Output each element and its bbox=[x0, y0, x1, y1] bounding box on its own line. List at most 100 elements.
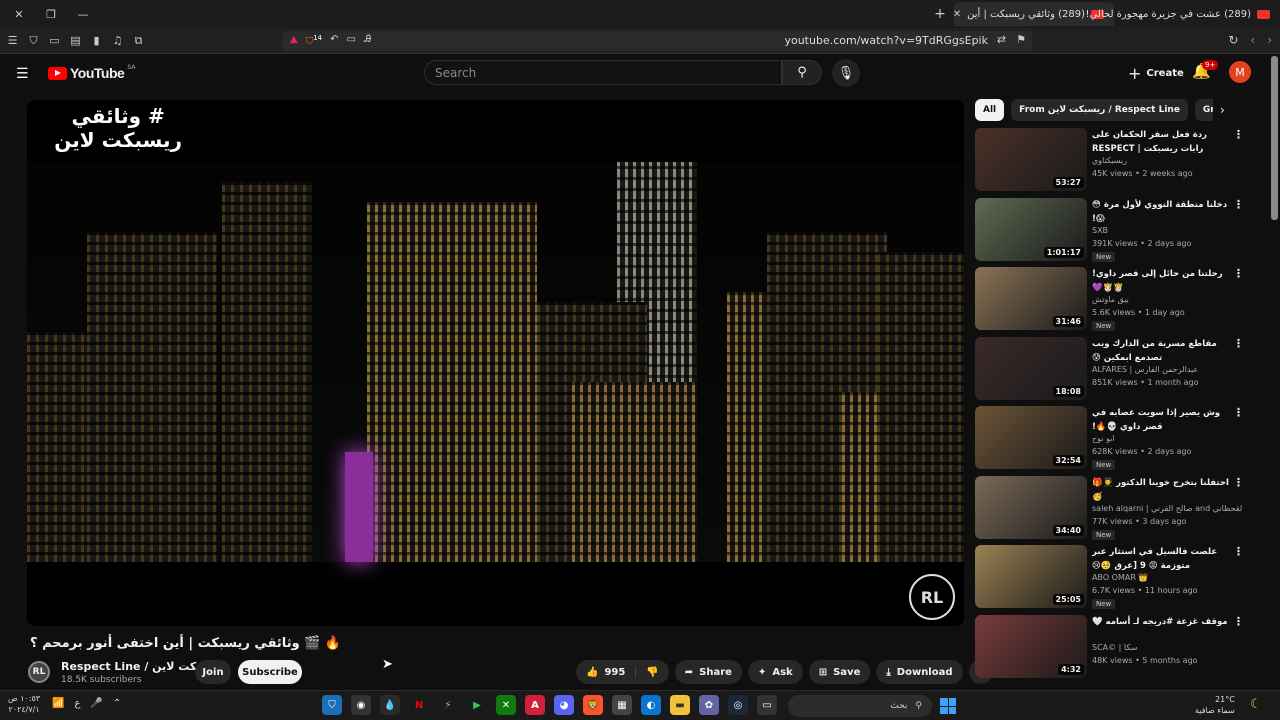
recommendation-item[interactable]: 34:40 احتفلنا بتخرج خوينا الدكتور 👨‍🎓🎁🥳 sa… bbox=[975, 475, 1265, 540]
recommendation-title[interactable]: وش يصير إذا سويت عصابه في قصر داوي 💀🔥! bbox=[1092, 406, 1232, 434]
defender-icon[interactable]: ⛉ bbox=[322, 695, 342, 715]
shield-icon[interactable]: ⛉ bbox=[27, 34, 40, 48]
video-thumbnail[interactable]: 4:32 bbox=[975, 614, 1087, 678]
recommendation-item[interactable]: 53:27 ردة فعل سفر الحكمان على رابات ريسبك… bbox=[975, 128, 1265, 192]
recommendation-item[interactable]: 1:01:17 دخلنا منطقة النووي لأول مرة 😳😱! SX… bbox=[975, 197, 1265, 262]
chip-grand-theft[interactable]: Grand Theft bbox=[1194, 99, 1213, 121]
discord-icon[interactable]: ◕ bbox=[554, 695, 574, 715]
more-vertical-icon[interactable]: ⋮ bbox=[1233, 545, 1244, 558]
language-icon[interactable]: ع bbox=[74, 698, 80, 709]
microphone-icon[interactable]: 🎤 bbox=[90, 698, 102, 709]
wifi-icon[interactable]: 📶 bbox=[52, 698, 64, 709]
bookmark-icon[interactable]: ⚑ bbox=[1016, 33, 1026, 46]
more-vertical-icon[interactable]: ⋮ bbox=[1233, 337, 1244, 350]
translate-icon[interactable]: Ꭿ bbox=[364, 34, 371, 47]
chevron-up-icon[interactable]: ⌃ bbox=[113, 698, 121, 709]
screenshot-icon[interactable]: ▭ bbox=[347, 34, 356, 47]
affinity-icon[interactable]: A bbox=[525, 695, 545, 715]
recommendation-item[interactable]: 32:54 وش يصير إذا سويت عصابه في قصر داوي … bbox=[975, 406, 1265, 470]
recommendation-channel[interactable]: ALFARES | عبدالرحمن الفارس bbox=[1092, 365, 1242, 374]
sketch-app-icon[interactable]: ⚡ bbox=[438, 695, 458, 715]
recommendation-channel[interactable]: SXB bbox=[1092, 226, 1242, 235]
teams-icon[interactable]: ✿ bbox=[699, 695, 719, 715]
join-button[interactable]: Join bbox=[195, 660, 231, 684]
chip-from-channel[interactable]: From ريسبكت لاين / Respect Line bbox=[1011, 99, 1188, 121]
channel-avatar[interactable]: RL bbox=[28, 661, 50, 683]
brave-rewards-icon[interactable]: ▲ bbox=[290, 34, 298, 47]
recommendation-title[interactable]: احتفلنا بتخرج خوينا الدكتور 👨‍🎓🎁🥳 bbox=[1092, 476, 1232, 504]
channel-watermark[interactable]: RL bbox=[909, 574, 955, 620]
play-store-icon[interactable]: ▶ bbox=[467, 695, 487, 715]
edge-icon[interactable]: ◐ bbox=[641, 695, 661, 715]
more-vertical-icon[interactable]: ⋮ bbox=[1233, 128, 1244, 141]
voice-search-button[interactable]: 🎙 bbox=[832, 59, 860, 87]
create-button[interactable]: + Create bbox=[1122, 60, 1190, 86]
video-thumbnail[interactable]: 1:01:17 bbox=[975, 197, 1087, 261]
search-input[interactable] bbox=[435, 65, 781, 80]
tab-other[interactable]: (289) عشت في جزيرة مهجورة لحالي! bbox=[1086, 2, 1280, 26]
recommendation-channel[interactable]: ريسبكتاوي bbox=[1092, 156, 1242, 165]
recommendation-channel[interactable]: SCA© | سكا bbox=[1092, 643, 1242, 652]
droplet-app-icon[interactable]: 💧 bbox=[380, 695, 400, 715]
back-icon[interactable]: ‹ bbox=[1250, 33, 1255, 47]
recommendation-channel[interactable]: ABO OMAR 👑 bbox=[1092, 573, 1242, 582]
steam-icon[interactable]: ◎ bbox=[728, 695, 748, 715]
new-tab-button[interactable]: + bbox=[926, 6, 954, 22]
close-tab-icon[interactable]: ✕ bbox=[953, 9, 961, 20]
more-vertical-icon[interactable]: ⋮ bbox=[1233, 267, 1244, 280]
search-button[interactable]: ⚲ bbox=[782, 60, 822, 85]
file-explorer-icon[interactable]: ▬ bbox=[670, 695, 690, 715]
video-player[interactable]: # وثائقي ريسبكت لاين RL bbox=[27, 100, 964, 626]
ask-button[interactable]: ✦ Ask bbox=[747, 660, 803, 684]
recommendation-item[interactable]: 4:32 موقف غزعة #دريجه لـ أسامه 🤍 SCA© | سك… bbox=[975, 614, 1265, 679]
forward-icon[interactable]: › bbox=[1267, 33, 1272, 47]
weather-widget[interactable]: 21°C سماء صافية bbox=[1195, 694, 1235, 716]
page-scrollbar[interactable] bbox=[1271, 56, 1278, 220]
subscribe-button[interactable]: Subscribe bbox=[238, 660, 302, 684]
music-icon[interactable]: ♫ bbox=[111, 34, 124, 48]
calculator-icon[interactable]: ▦ bbox=[612, 695, 632, 715]
download-button[interactable]: ⤓ Download bbox=[876, 660, 963, 684]
dislike-button[interactable]: 👎 bbox=[636, 667, 668, 678]
brave-browser-icon[interactable]: 🦁 bbox=[583, 695, 603, 715]
youtube-logo[interactable]: YouTube SA bbox=[48, 64, 135, 81]
restore-window-icon[interactable]: ❐ bbox=[42, 8, 60, 21]
close-window-icon[interactable]: ✕ bbox=[10, 8, 28, 21]
more-vertical-icon[interactable]: ⋮ bbox=[1233, 406, 1244, 419]
clock[interactable]: ١٠:٥٣ ص ٢٠٢٤/٧/١ bbox=[8, 693, 40, 715]
recommendation-channel[interactable]: saleh alqarni | صالح القرني and سعيد الق… bbox=[1092, 504, 1242, 513]
more-vertical-icon[interactable]: ⋮ bbox=[1233, 615, 1244, 628]
video-thumbnail[interactable]: 34:40 bbox=[975, 475, 1087, 539]
reading-list-icon[interactable]: ▤ bbox=[69, 34, 82, 48]
recommendation-channel[interactable]: بيق ماوتش bbox=[1092, 295, 1242, 304]
video-thumbnail[interactable]: 31:46 bbox=[975, 267, 1087, 330]
reload-icon[interactable]: ↻ bbox=[1228, 33, 1238, 47]
back-history-icon[interactable]: ↶ bbox=[330, 34, 338, 47]
like-button[interactable]: 👍 995 bbox=[576, 666, 637, 678]
xbox-icon[interactable]: ✕ bbox=[496, 695, 516, 715]
share-link-icon[interactable]: ⇄ bbox=[997, 33, 1006, 46]
taskbar-search[interactable]: بحث ⚲ bbox=[788, 695, 932, 717]
sidebar-icon[interactable]: ▮ bbox=[90, 34, 103, 48]
recommendation-title[interactable]: دخلنا منطقة النووي لأول مرة 😳😱! bbox=[1092, 198, 1232, 226]
tab-manager-icon[interactable]: ⧉ bbox=[132, 34, 145, 48]
recommendation-channel[interactable]: ابو نوح bbox=[1092, 434, 1242, 443]
recommendation-title[interactable]: علصت فالسيل في استثار عبر متوزمة 😡 9 [عر… bbox=[1092, 545, 1232, 573]
recommendation-title[interactable]: موقف غزعة #دريجه لـ أسامه 🤍 bbox=[1092, 615, 1232, 629]
video-thumbnail[interactable]: 18:08 bbox=[975, 336, 1087, 400]
terminal-icon[interactable]: ▭ bbox=[757, 695, 777, 715]
recommendation-item[interactable]: 25:05 علصت فالسيل في استثار عبر متوزمة 😡 … bbox=[975, 545, 1265, 609]
video-thumbnail[interactable]: 32:54 bbox=[975, 406, 1087, 469]
save-button[interactable]: ⊞ Save bbox=[808, 660, 871, 684]
chip-all[interactable]: All bbox=[975, 99, 1005, 121]
netflix-icon[interactable]: N bbox=[409, 695, 429, 715]
brave-shield-icon[interactable]: ⛉14 bbox=[306, 34, 322, 47]
video-thumbnail[interactable]: 53:27 bbox=[975, 128, 1087, 191]
recommendation-title[interactable]: رحلتنا من حائل إلى قصر داوي! 👸🏻🤴🏻💜 bbox=[1092, 267, 1232, 295]
minimize-window-icon[interactable]: — bbox=[74, 8, 92, 21]
recommendation-item[interactable]: 18:08 مقاطع مسربة من الدارك ويب تصدمع ابم… bbox=[975, 336, 1265, 401]
account-avatar[interactable]: M bbox=[1229, 61, 1251, 83]
share-button[interactable]: ➦ Share bbox=[674, 660, 742, 684]
recommendation-item[interactable]: 31:46 رحلتنا من حائل إلى قصر داوي! 👸🏻🤴🏻💜 ب… bbox=[975, 267, 1265, 331]
recommendation-title[interactable]: مقاطع مسربة من الدارك ويب تصدمع ابمكين 😰 bbox=[1092, 337, 1232, 365]
